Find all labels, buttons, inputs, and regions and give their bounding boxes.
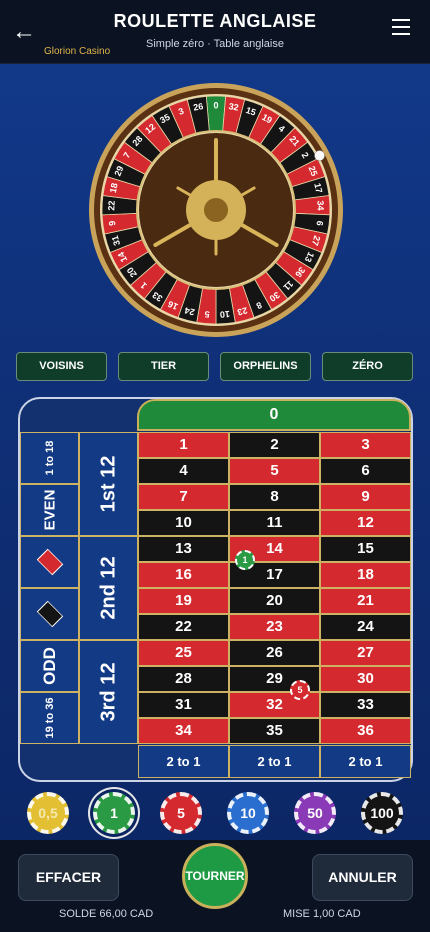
wheel-hub-center xyxy=(204,198,228,222)
bet-cell-10[interactable]: 10 xyxy=(138,510,229,536)
bet-total-text: MISE 1,00 CAD xyxy=(283,908,361,920)
dozen-3-label: 3rd 12 xyxy=(97,662,119,722)
bet-cell-16[interactable]: 16 xyxy=(138,562,229,588)
chip-1[interactable]: 1 xyxy=(93,792,135,834)
bet-cell-9[interactable]: 9 xyxy=(320,484,411,510)
clear-button[interactable]: EFFACER xyxy=(18,854,119,901)
wheel-number-26: 26 xyxy=(193,101,205,113)
hamburger-icon[interactable] xyxy=(392,19,410,37)
red-bet[interactable] xyxy=(20,536,79,588)
bet-cell-34[interactable]: 34 xyxy=(138,718,229,744)
bet-cell-6[interactable]: 6 xyxy=(320,458,411,484)
wheel-number-5: 5 xyxy=(204,309,210,319)
wheel-number-10: 10 xyxy=(219,309,230,320)
bet-cell-33[interactable]: 33 xyxy=(320,692,411,718)
bet-cell-13[interactable]: 13 xyxy=(138,536,229,562)
bet-cell-1[interactable]: 1 xyxy=(138,432,229,458)
placed-chip-1[interactable]: 1 xyxy=(235,550,255,570)
bet-cell-24[interactable]: 24 xyxy=(320,614,411,640)
bet-cell-23[interactable]: 23 xyxy=(229,614,320,640)
bet-cell-15[interactable]: 15 xyxy=(320,536,411,562)
chip-10[interactable]: 10 xyxy=(227,792,269,834)
bet-cell-20[interactable]: 20 xyxy=(229,588,320,614)
low-label: 1 to 18 xyxy=(43,440,56,476)
chip-50[interactable]: 50 xyxy=(294,792,336,834)
page-title: ROULETTE ANGLAISE xyxy=(113,11,317,31)
roulette-wheel: 0 32 1519421225173462713361130823105241633… xyxy=(89,83,343,337)
black-diamond-icon xyxy=(36,600,63,628)
dozen-3-bet[interactable]: 3rd 12 xyxy=(79,640,138,744)
placed-chip-5[interactable]: 5 xyxy=(290,680,310,700)
bet-cell-4[interactable]: 4 xyxy=(138,458,229,484)
brand-name: Glorion Casino xyxy=(44,46,111,57)
app-header: ← ROULETTE ANGLAISE Simple zéro · Table … xyxy=(0,0,430,64)
orphelins-button[interactable]: ORPHELINS xyxy=(220,352,311,381)
wheel-number-32: 32 xyxy=(228,101,240,113)
bet-cell-12[interactable]: 12 xyxy=(320,510,411,536)
low-bet[interactable]: 1 to 18 xyxy=(20,432,79,484)
bet-cell-25[interactable]: 25 xyxy=(138,640,229,666)
high-label: 19 to 36 xyxy=(43,697,56,739)
wheel-number-0: 0 xyxy=(213,100,218,110)
chip-selector: 0,5 1 5 10 50 100 xyxy=(0,790,430,836)
bet-cell-2[interactable]: 2 xyxy=(229,432,320,458)
bet-cell-18[interactable]: 18 xyxy=(320,562,411,588)
bet-cell-19[interactable]: 19 xyxy=(138,588,229,614)
bet-cell-8[interactable]: 8 xyxy=(229,484,320,510)
odd-label: ODD xyxy=(39,647,59,685)
bet-cell-21[interactable]: 21 xyxy=(320,588,411,614)
bet-cell-22[interactable]: 22 xyxy=(138,614,229,640)
column-1-bet[interactable]: 2 to 1 xyxy=(138,745,229,778)
wheel-number-34: 34 xyxy=(315,200,325,210)
bet-cell-27[interactable]: 27 xyxy=(320,640,411,666)
dozen-1-bet[interactable]: 1st 12 xyxy=(79,432,138,536)
even-bet[interactable]: EVEN xyxy=(20,484,79,536)
bet-cell-28[interactable]: 28 xyxy=(138,666,229,692)
wheel-number-17: 17 xyxy=(312,182,324,194)
bet-cell-36[interactable]: 36 xyxy=(320,718,411,744)
high-bet[interactable]: 19 to 36 xyxy=(20,692,79,744)
column-2-bet[interactable]: 2 to 1 xyxy=(229,745,320,778)
wheel-number-18: 18 xyxy=(108,182,120,194)
chip-100[interactable]: 100 xyxy=(361,792,403,834)
action-bar: EFFACER TOURNER ANNULER SOLDE 66,00 CAD … xyxy=(0,840,430,932)
quick-bets: VOISINS TIER ORPHELINS ZÉRO xyxy=(16,352,414,382)
dozen-1-label: 1st 12 xyxy=(97,455,119,513)
bet-cell-35[interactable]: 35 xyxy=(229,718,320,744)
dozen-2-label: 2nd 12 xyxy=(97,556,119,620)
black-bet[interactable] xyxy=(20,588,79,640)
dozen-2-bet[interactable]: 2nd 12 xyxy=(79,536,138,640)
bet-cell-30[interactable]: 30 xyxy=(320,666,411,692)
bet-cell-3[interactable]: 3 xyxy=(320,432,411,458)
bet-cell-0[interactable]: 0 xyxy=(137,399,411,431)
tier-button[interactable]: TIER xyxy=(118,352,209,381)
bet-cell-31[interactable]: 31 xyxy=(138,692,229,718)
chip-5[interactable]: 5 xyxy=(160,792,202,834)
bet-cell-11[interactable]: 11 xyxy=(229,510,320,536)
cancel-button[interactable]: ANNULER xyxy=(312,854,413,901)
balance-text: SOLDE 66,00 CAD xyxy=(59,908,154,920)
voisins-button[interactable]: VOISINS xyxy=(16,352,107,381)
odd-bet[interactable]: ODD xyxy=(20,640,79,692)
spin-button[interactable]: TOURNER xyxy=(182,843,248,909)
bet-cell-7[interactable]: 7 xyxy=(138,484,229,510)
chip-0-5[interactable]: 0,5 xyxy=(27,792,69,834)
bet-cell-26[interactable]: 26 xyxy=(229,640,320,666)
column-3-bet[interactable]: 2 to 1 xyxy=(320,745,411,778)
roulette-ball xyxy=(314,150,325,161)
wheel-number-22: 22 xyxy=(106,200,116,210)
red-diamond-icon xyxy=(36,548,63,576)
even-label: EVEN xyxy=(41,489,58,531)
zero-button[interactable]: ZÉRO xyxy=(322,352,413,381)
bet-cell-5[interactable]: 5 xyxy=(229,458,320,484)
